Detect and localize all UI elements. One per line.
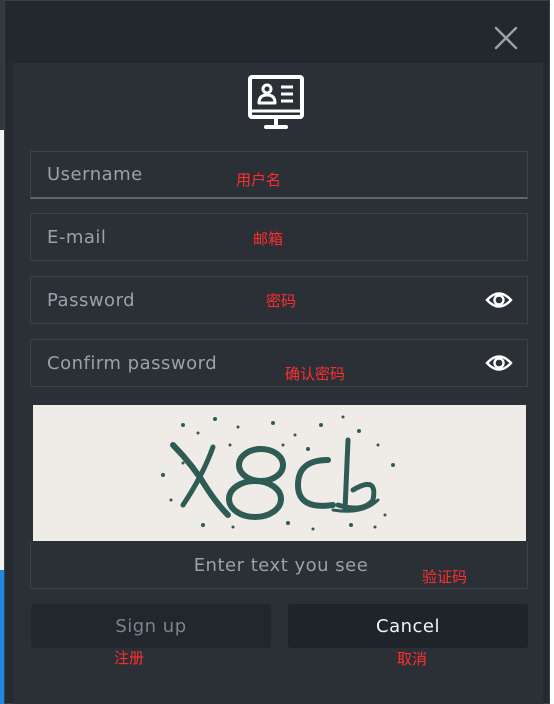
user-id-card-monitor-icon	[244, 73, 308, 137]
annotation-confirm-password: 确认密码	[285, 365, 346, 383]
annotation-signup: 注册	[114, 649, 145, 667]
confirm-password-visibility-toggle[interactable]	[485, 351, 513, 375]
close-button[interactable]	[493, 25, 519, 51]
close-icon	[494, 26, 518, 50]
confirm-password-input[interactable]	[31, 340, 527, 386]
annotation-username: 用户名	[236, 171, 282, 189]
eye-icon	[485, 355, 513, 371]
annotation-password: 密码	[266, 292, 297, 310]
captcha-image	[33, 405, 526, 541]
dialog-header	[5, 1, 549, 63]
cancel-button[interactable]: Cancel	[288, 604, 528, 648]
screen: 用户名 邮箱 密码 确认密码	[0, 0, 554, 704]
annotation-captcha: 验证码	[422, 568, 468, 586]
confirm-password-field[interactable]	[30, 339, 528, 387]
annotation-email: 邮箱	[253, 230, 284, 248]
password-visibility-toggle[interactable]	[485, 288, 513, 312]
annotation-cancel: 取消	[397, 650, 428, 668]
sign-up-button[interactable]: Sign up	[31, 604, 271, 648]
eye-icon	[485, 292, 513, 308]
